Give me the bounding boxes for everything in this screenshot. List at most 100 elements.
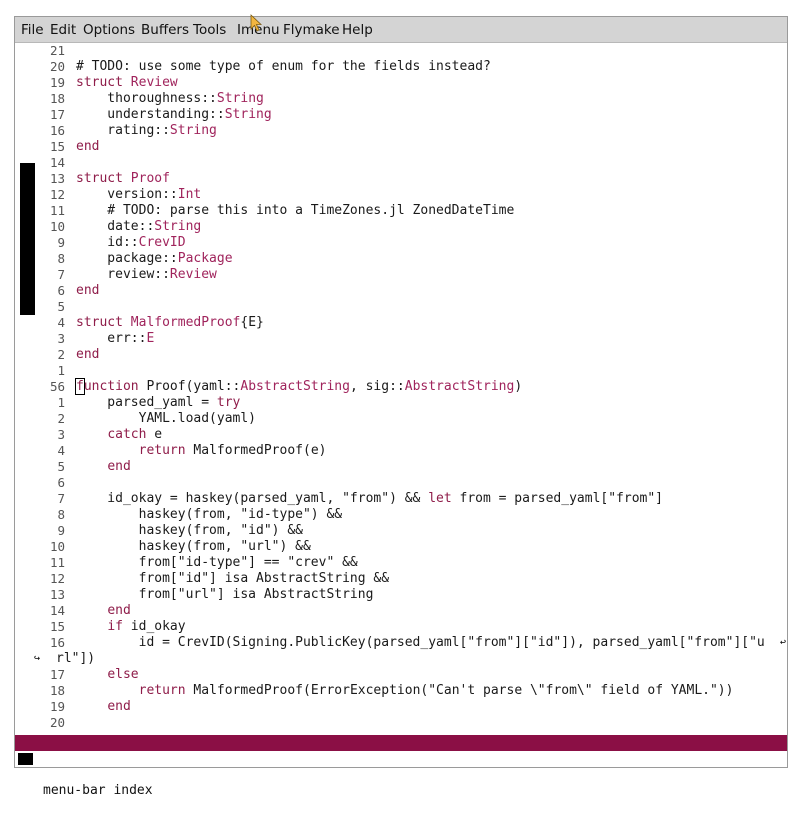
line-number: 14 [49,155,65,170]
code-line: 2 end [34,347,787,363]
line-number: 10 [49,539,65,554]
code-text: end [76,139,100,154]
code-line: 7 id_okay = haskey(parsed_yaml, "from") … [34,491,787,507]
code-line: 17 else [34,667,787,683]
menu-flymake[interactable]: Flymake [283,22,340,38]
code-text: version::Int [76,187,202,202]
line-number: 7 [57,267,65,282]
emacs-frame: File Edit Options Buffers Tools Imenu Fl… [14,16,788,798]
menu-edit[interactable]: Edit [50,22,76,38]
code-text: haskey(from, "url") && [76,539,311,554]
code-line: 13 from["url"] isa AbstractString [34,587,787,603]
code-text: rating::String [76,123,217,138]
code-text: from["id-type"] == "crev" && [76,555,358,570]
code-line: 8 package::Package [34,251,787,267]
line-number: 7 [57,491,65,506]
code-line: 12 version::Int [34,187,787,203]
line-number: 3 [57,331,65,346]
line-number: 6 [57,283,65,298]
code-line: 15 if id_okay [34,619,787,635]
line-number: 8 [57,507,65,522]
menu-help[interactable]: Help [342,22,373,38]
code-line: 16 id = CrevID(Signing.PublicKey(parsed_… [34,635,787,651]
line-number: 11 [49,555,65,570]
code-line: 16 rating::String [34,123,787,139]
code-text: end [107,603,131,618]
code-line: 17 understanding::String [34,107,787,123]
line-number: 10 [49,219,65,234]
code-text: package::Package [76,251,233,266]
line-number: 2 [57,411,65,426]
code-text: err::E [76,331,155,346]
continuation-arrow-icon: ↪ [34,653,41,664]
line-number: 13 [49,171,65,186]
code-text: catch e [107,427,163,442]
line-number: 17 [49,667,65,682]
mouse-pointer-icon [250,14,263,32]
code-text: thoroughness::String [76,91,264,106]
code-text: understanding::String [76,107,272,122]
menu-file[interactable]: File [21,22,44,38]
menu-options[interactable]: Options [83,22,135,38]
line-number: 4 [57,443,65,458]
code-line: 15 end [34,139,787,155]
code-line: 11 from["id-type"] == "crev" && [34,555,787,571]
code-line: 18 thoroughness::String [34,91,787,107]
line-number: 16 [49,123,65,138]
code-text: haskey(from, "id") && [76,523,303,538]
line-number: 5 [57,299,65,314]
code-line: 3 catch e [34,427,787,443]
line-number: 5 [57,459,65,474]
code-text: else [107,667,139,682]
line-number: 9 [57,523,65,538]
code-line: 10 date::String [34,219,787,235]
code-text: date::String [76,219,202,234]
code-line: 20 [34,715,787,731]
code-line: 14 end [34,603,787,619]
code-text: end [76,283,100,298]
mode-line: --- Crev.jl Mode:Julia 18% of 4.6k (56,1… [15,735,787,766]
line-number: 14 [49,603,65,618]
line-number: 1 [57,363,65,378]
code-text-cursor-line: function Proof(yaml::AbstractString, sig… [75,378,523,395]
scrollbar-thumb[interactable] [20,163,35,315]
code-text: struct MalformedProof{E} [76,315,264,330]
code-line: 2 YAML.load(yaml) [34,411,787,427]
line-number: 20 [49,715,65,730]
code-line: 14 [34,155,787,171]
code-line: 1 [34,363,787,379]
line-number: 19 [49,75,65,90]
code-line: 6 end [34,283,787,299]
line-number: 17 [49,107,65,122]
code-text: end [107,699,131,714]
line-number: 13 [49,587,65,602]
code-text: haskey(from, "id-type") && [76,507,343,522]
code-text: struct Review [76,75,178,90]
scrollbar[interactable] [18,43,35,735]
line-number: 12 [49,571,65,586]
code-text: id::CrevID [76,235,186,250]
code-line: 4 return MalformedProof(e) [34,443,787,459]
code-text: rl"]) [56,651,96,666]
code-line: 19 end [34,699,787,715]
code-text: # TODO: use some type of enum for the fi… [76,59,491,74]
line-number: 18 [49,683,65,698]
menu-tools[interactable]: Tools [193,22,226,38]
line-number: 20 [49,59,65,74]
line-number: 21 [49,43,65,58]
code-line: 8 haskey(from, "id-type") && [34,507,787,523]
line-number: 6 [57,475,65,490]
line-number: 2 [57,347,65,362]
line-number: 15 [49,139,65,154]
line-number: 16 [49,635,65,650]
line-number: 8 [57,251,65,266]
editor-buffer[interactable]: 21 20 # TODO: use some type of enum for th… [34,43,787,735]
code-text: YAML.load(yaml) [76,411,257,426]
code-text: # TODO: parse this into a TimeZones.jl Z… [76,203,515,218]
minibuffer[interactable]: menu-bar index [15,751,787,798]
code-line: 10 haskey(from, "url") && [34,539,787,555]
line-number: 56 [49,379,65,394]
menu-buffers[interactable]: Buffers [141,22,189,38]
code-text: from["url"] isa AbstractString [76,587,374,602]
code-line: 9 id::CrevID [34,235,787,251]
